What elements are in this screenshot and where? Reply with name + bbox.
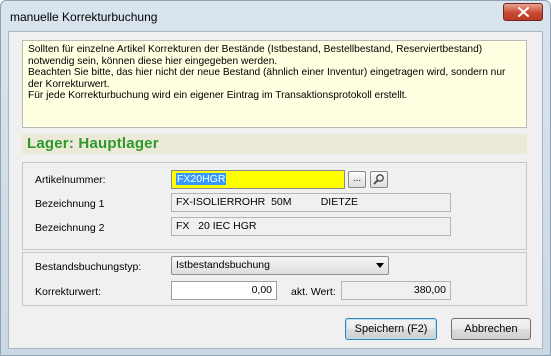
close-button[interactable] — [503, 3, 543, 21]
article-number-label: Artikelnummer: — [35, 174, 106, 186]
save-button[interactable]: Speichern (F2) — [345, 318, 437, 340]
buchungstyp-select[interactable]: Istbestandsbuchung — [171, 256, 389, 275]
article-browse-button[interactable]: ... — [348, 171, 366, 188]
korrekturwert-input[interactable]: 0,00 — [171, 281, 277, 300]
magnifier-icon — [373, 174, 384, 185]
info-line: der Korrekturwert. — [28, 78, 110, 90]
akt-wert-field: 380,00 — [341, 281, 451, 300]
buchungstyp-value: Istbestandsbuchung — [176, 259, 270, 271]
booking-panel: Bestandsbuchungstyp: Istbestandsbuchung … — [22, 252, 527, 306]
bezeichnung2-field: FX 20 IEC HGR — [171, 217, 451, 236]
bezeichnung2-label: Bezeichnung 2 — [35, 222, 105, 234]
article-number-input[interactable]: FX20HGR — [171, 170, 345, 189]
chevron-down-icon — [376, 263, 384, 268]
info-box: Sollten für einzelne Artikel Korrekturen… — [22, 40, 527, 128]
info-line: Für jede Korrekturbuchung wird ein eigen… — [28, 90, 408, 102]
close-icon — [518, 7, 529, 17]
article-panel: Artikelnummer: FX20HGR ... Bezeichnung 1… — [22, 162, 527, 250]
window-title: manuelle Korrekturbuchung — [10, 10, 158, 24]
article-search-button[interactable] — [370, 171, 388, 188]
title-bar[interactable]: manuelle Korrekturbuchung — [1, 1, 550, 31]
bezeichnung1-label: Bezeichnung 1 — [35, 198, 105, 210]
cancel-button[interactable]: Abbrechen — [451, 318, 531, 340]
akt-wert-label: akt. Wert: — [291, 286, 336, 298]
info-line: Sollten für einzelne Artikel Korrekturen… — [28, 44, 483, 55]
info-line: notwendig sein, können diese hier eingeg… — [28, 55, 278, 67]
article-number-value: FX20HGR — [176, 173, 227, 185]
korrekturwert-label: Korrekturwert: — [35, 286, 101, 298]
info-line: Beachten Sie bitte, das hier nicht der n… — [28, 67, 506, 79]
buchungstyp-label: Bestandsbuchungstyp: — [35, 261, 142, 273]
lager-title: Lager: Hauptlager — [22, 134, 527, 154]
bezeichnung1-field: FX-ISOLIERROHR 50M DIETZE — [171, 193, 451, 212]
